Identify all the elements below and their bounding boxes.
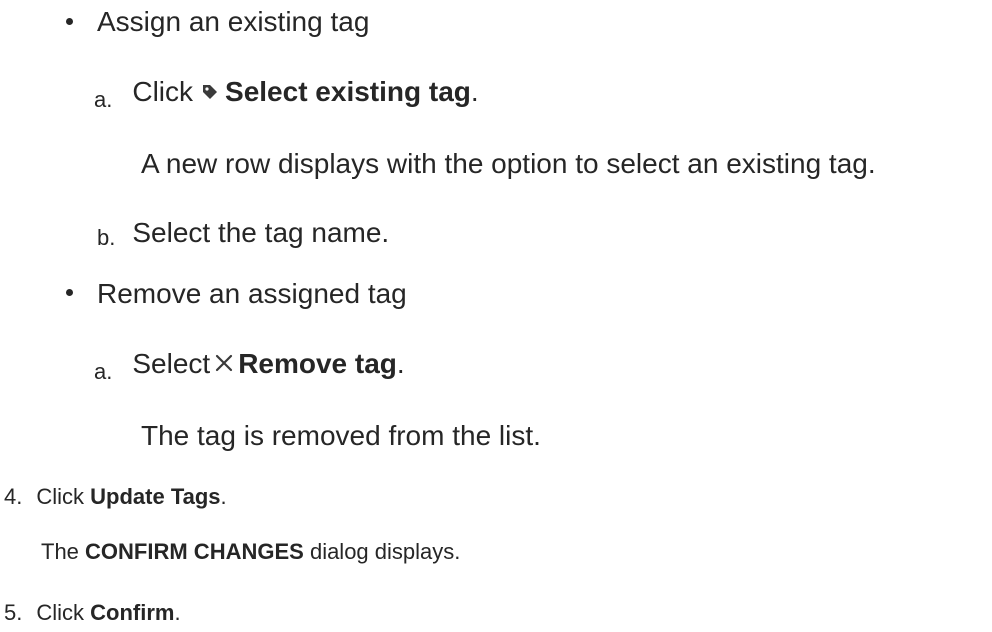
- step-text-prefix: Click: [36, 600, 85, 625]
- select-existing-tag-label: Select existing tag: [225, 76, 471, 107]
- assign-tag-heading: Assign an existing tag: [97, 6, 370, 37]
- step-b-text: Select the tag name.: [132, 217, 390, 248]
- step-4-result: The CONFIRM CHANGES dialog displays.: [41, 541, 460, 563]
- step-marker: b.: [97, 225, 116, 250]
- assign-step-a-result: A new row displays with the option to se…: [141, 148, 876, 179]
- result-prefix: The: [41, 539, 79, 564]
- step-5: 5. Click Confirm.: [4, 602, 181, 624]
- step-text-prefix: Click: [36, 484, 85, 509]
- result-rest: dialog displays.: [309, 539, 461, 564]
- remove-step-a-result: The tag is removed from the list.: [141, 420, 541, 451]
- tag-icon: [201, 78, 219, 106]
- remove-step-a: a. Select Remove tag.: [94, 348, 405, 383]
- bullet-dot: [66, 18, 73, 25]
- step-number: 4.: [4, 484, 23, 509]
- punctuation: .: [470, 76, 479, 107]
- assign-step-a: a. Click Select existing tag.: [94, 76, 479, 111]
- update-tags-label: Update Tags: [90, 484, 221, 509]
- step-text-prefix: Click: [132, 76, 194, 107]
- remove-tag-label: Remove tag: [238, 348, 397, 379]
- close-x-icon: [214, 350, 234, 378]
- confirm-label: Confirm: [90, 600, 175, 625]
- assign-step-b: b. Select the tag name.: [97, 217, 390, 250]
- punctuation: .: [220, 484, 227, 509]
- punctuation: .: [396, 348, 405, 379]
- remove-tag-heading: Remove an assigned tag: [97, 278, 407, 309]
- step-marker: a.: [94, 87, 113, 112]
- step-number: 5.: [4, 600, 23, 625]
- bullet-dot: [66, 289, 73, 296]
- confirm-changes-dialog-name: CONFIRM CHANGES: [85, 539, 304, 564]
- step-4: 4. Click Update Tags.: [4, 486, 227, 508]
- punctuation: .: [174, 600, 181, 625]
- step-marker: a.: [94, 359, 113, 384]
- step-text-prefix: Select: [132, 348, 211, 379]
